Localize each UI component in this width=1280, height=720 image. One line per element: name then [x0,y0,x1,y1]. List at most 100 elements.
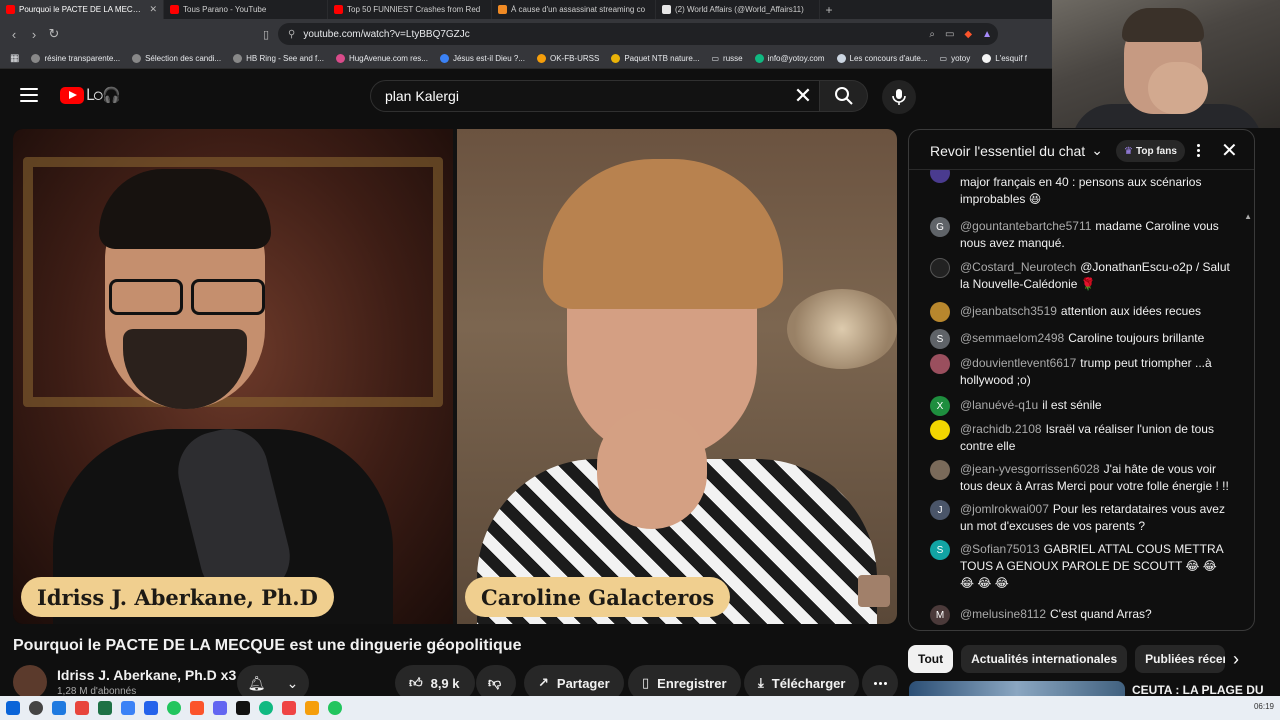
chip-all[interactable]: Tout [908,645,954,673]
chat-message: @rachidb.2108 Israël va réaliser l'union … [930,420,1230,455]
bookmark-item[interactable]: HB Ring - See and f... [233,54,324,63]
menu-icon[interactable] [20,88,38,102]
chrome-icon[interactable] [328,701,342,715]
glasses-graphic [109,279,265,315]
bookmark-item[interactable]: résine transparente... [31,54,120,63]
message-author[interactable]: @jean-yvesgorrissen6028 [960,462,1100,476]
chat-more-icon[interactable] [1193,140,1203,160]
message-author[interactable]: @gountantebartche5711 [960,219,1091,233]
bookmark-item[interactable]: OK-FB-URSS [536,54,599,63]
youtube-play-icon [60,86,84,104]
channel-name[interactable]: Idriss J. Aberkane, Ph.D x3 [57,667,236,683]
speaker-right-nameplate: Caroline Galacteros [465,577,731,617]
cast-icon[interactable]: ▭ [945,29,954,40]
recommendation-filters: Tout Actualités internationales Publiées… [908,645,1226,673]
chip-international-news[interactable]: Actualités internationales [961,645,1128,673]
chip-recently-published[interactable]: Publiées récem [1135,645,1226,673]
bookmark-item[interactable]: Sélection des candi... [132,54,221,63]
brave-icon[interactable] [190,701,204,715]
bookmark-item[interactable]: L'esquif f [982,54,1027,63]
forward-icon[interactable]: › [24,27,44,42]
recommendation-title[interactable]: CEUTA : LA PLAGE DU [1132,683,1264,697]
avatar: X [930,396,950,416]
message-author[interactable]: @jeanbatsch3519 [960,304,1057,318]
brave-shield-icon[interactable]: ◆ [964,29,972,40]
message-author[interactable]: @Costard_Neurotech [960,260,1076,274]
chat-message: @jean-yvesgorrissen6028 J'ai hâte de vous… [930,460,1230,495]
top-fans-badge[interactable]: ♛ Top fans [1116,140,1185,162]
app-icon[interactable] [282,701,296,715]
avatar [930,258,950,278]
browser-tab[interactable]: (2) World Affairs (@World_Affairs11) [656,0,820,19]
search-query: plan Kalergi [385,88,459,104]
bookmark-item[interactable]: Les concours d'aute... [836,54,928,63]
app-icon[interactable] [121,701,135,715]
message-author[interactable]: @Sofian75013 [960,542,1040,556]
speaker-left-hair [99,169,271,249]
message-author[interactable]: @melusine8112 [960,607,1046,621]
bookmarks-bar: ▦ résine transparente... Sélection des c… [0,49,1052,69]
scroll-up-icon[interactable]: ▲ [1244,212,1252,221]
search-button[interactable] [820,80,868,112]
live-chat-replay: Revoir l'essentiel du chat ⌄ ♛ Top fans … [908,129,1255,631]
app-icon[interactable] [213,701,227,715]
browser-tab[interactable]: Top 50 FUNNIEST Crashes from Red [328,0,492,19]
bookmark-item[interactable]: info@yotoy.com [754,54,825,63]
chevron-right-icon[interactable]: › [1224,645,1248,673]
back-icon[interactable]: ‹ [4,27,24,42]
reload-icon[interactable]: ↻ [44,26,64,42]
app-icon[interactable] [305,701,319,715]
bookmark-icon[interactable]: ▯ [256,28,276,41]
new-tab-button[interactable]: + [820,3,838,17]
app-icon[interactable] [52,701,66,715]
browser-tab[interactable]: Pourquoi le PACTE DE LA MECQUE ✕ [0,0,164,19]
clear-search-icon[interactable]: ✕ [786,80,820,112]
bookmark-favicon-icon [836,54,846,63]
address-bar[interactable]: ⚲ youtube.com/watch?v=LtyBBQ7GZJc ⌕ ▭ ◆ … [278,23,998,45]
close-tab-icon[interactable]: ✕ [149,4,157,15]
close-chat-icon[interactable]: ✕ [1221,138,1238,163]
message-author[interactable]: @douvientlevent6617 [960,356,1076,370]
chat-message: M @melusine8112 C'est quand Arras? [930,605,1230,625]
bookmark-favicon-icon [982,54,992,63]
bookmark-folder[interactable]: ▭ yotoy [940,54,971,63]
apps-grid-icon[interactable]: ▦ [10,53,19,64]
message-author[interactable]: @semmaelom2498 [960,331,1064,345]
chat-mode-dropdown[interactable]: Revoir l'essentiel du chat ⌄ [930,142,1103,159]
bookmark-folder[interactable]: ▭ russe [711,54,742,63]
app-icon[interactable] [75,701,89,715]
chat-messages: ▲ major français en 40 : pensons aux scé… [909,170,1254,630]
bell-icon: 🔔︎ [247,674,266,691]
app-icon[interactable] [259,701,273,715]
speaker-right-hand [597,409,707,529]
channel-watermark[interactable] [858,575,890,607]
message-author[interactable]: @jomlrokwai007 [960,502,1049,516]
message-author[interactable]: @rachidb.2108 [960,422,1042,436]
bookmark-favicon-icon [439,54,449,63]
chevron-down-icon: ⌄ [286,674,299,691]
voice-search-button[interactable] [882,80,916,114]
brave-rewards-icon[interactable]: ▲ [982,29,992,40]
share-icon: ↗ [538,675,549,690]
chrome-icon[interactable] [167,701,181,715]
excel-icon[interactable] [98,701,112,715]
bookmark-item[interactable]: Jésus est-il Dieu ?... [439,54,525,63]
youtube-logo[interactable]: ᒪ੦🎧 [60,86,121,104]
app-icon[interactable] [144,701,158,715]
browser-tab[interactable]: À cause d'un assassinat streaming co [492,0,656,19]
tab-title: À cause d'un assassinat streaming co [511,5,646,14]
youtube-favicon-icon [6,5,15,14]
avatar[interactable] [13,665,47,699]
message-author[interactable]: @lanuévé-q1u [960,398,1038,412]
app-icon[interactable] [236,701,250,715]
address-bar-actions: ⌕ ▭ ◆ ▲ [929,23,992,45]
video-player[interactable]: Idriss J. Aberkane, Ph.D Caroline Galact… [13,129,897,624]
search-icon[interactable] [29,701,43,715]
search-input[interactable]: plan Kalergi [370,80,820,112]
site-info-icon[interactable]: ⚲ [288,29,295,40]
windows-start-icon[interactable] [6,701,20,715]
zoom-icon[interactable]: ⌕ [929,29,935,40]
bookmark-item[interactable]: Paquet NTB nature... [611,54,699,63]
browser-tab[interactable]: Tous Parano - YouTube [164,0,328,19]
bookmark-item[interactable]: HugAvenue.com res... [335,54,428,63]
